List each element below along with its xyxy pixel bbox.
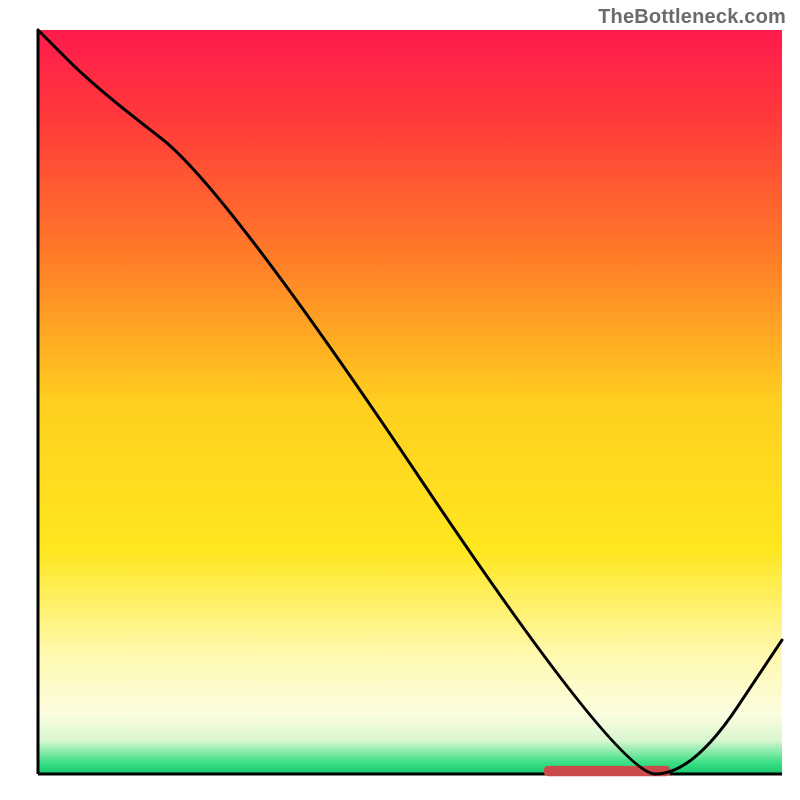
bottleneck-chart [0, 0, 800, 800]
plot-area [38, 30, 782, 774]
